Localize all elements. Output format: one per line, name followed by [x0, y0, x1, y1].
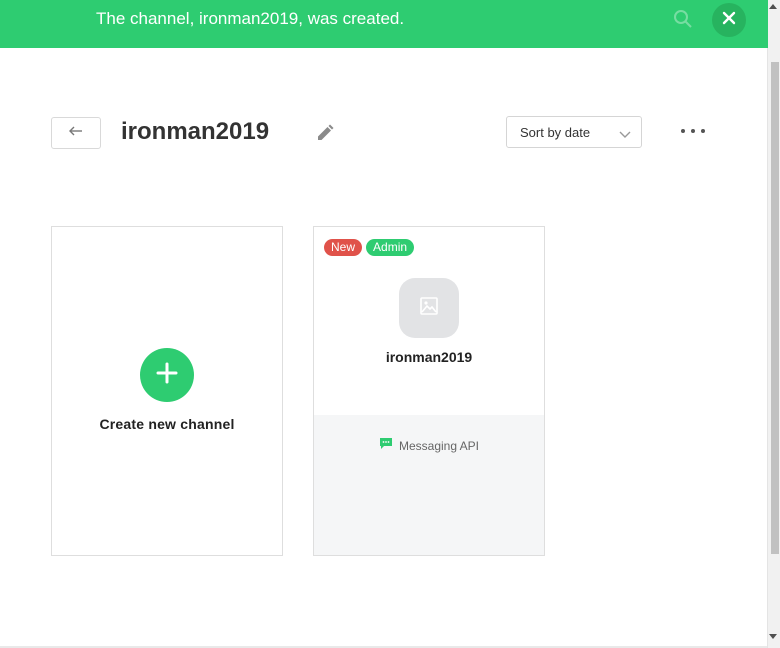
- scroll-down-icon[interactable]: [769, 634, 777, 639]
- sort-dropdown[interactable]: Sort by date: [506, 116, 642, 148]
- success-toast: The channel, ironman2019, was created.: [0, 0, 768, 48]
- pencil-icon: [315, 124, 335, 147]
- toast-close-button[interactable]: [712, 3, 746, 37]
- sort-dropdown-value: Sort by date: [520, 125, 591, 140]
- create-channel-label: Create new channel: [99, 416, 235, 432]
- scroll-thumb[interactable]: [771, 62, 779, 554]
- more-dot: [681, 129, 685, 133]
- channel-type: Messaging API: [314, 437, 544, 455]
- edit-title-button[interactable]: [315, 123, 335, 143]
- channel-name: ironman2019: [385, 349, 473, 365]
- arrow-left-icon: [68, 124, 84, 142]
- scroll-up-icon[interactable]: [769, 4, 777, 9]
- back-button[interactable]: [51, 117, 101, 149]
- channel-card-footer: Messaging API: [314, 415, 544, 555]
- search-icon[interactable]: [672, 8, 694, 30]
- more-options-button[interactable]: [681, 124, 705, 138]
- add-channel-button[interactable]: [140, 348, 194, 402]
- more-dot: [701, 129, 705, 133]
- channel-type-label: Messaging API: [398, 439, 480, 453]
- channel-card[interactable]: New Admin ironman2019 Messaging API: [313, 226, 545, 556]
- close-icon: [722, 11, 736, 30]
- chat-icon: [379, 437, 393, 455]
- channel-badges: New Admin: [324, 239, 415, 256]
- new-badge: New: [324, 239, 363, 256]
- chevron-down-icon: [619, 127, 631, 138]
- create-channel-card[interactable]: Create new channel: [51, 226, 283, 556]
- plus-icon: [156, 362, 178, 389]
- page-title: ironman2019: [121, 118, 270, 145]
- image-placeholder-icon: [419, 296, 439, 321]
- channel-avatar: [399, 278, 459, 338]
- admin-badge: Admin: [366, 239, 415, 256]
- vertical-scrollbar[interactable]: [767, 0, 780, 648]
- toast-message: The channel, ironman2019, was created.: [96, 9, 405, 28]
- more-dot: [691, 129, 695, 133]
